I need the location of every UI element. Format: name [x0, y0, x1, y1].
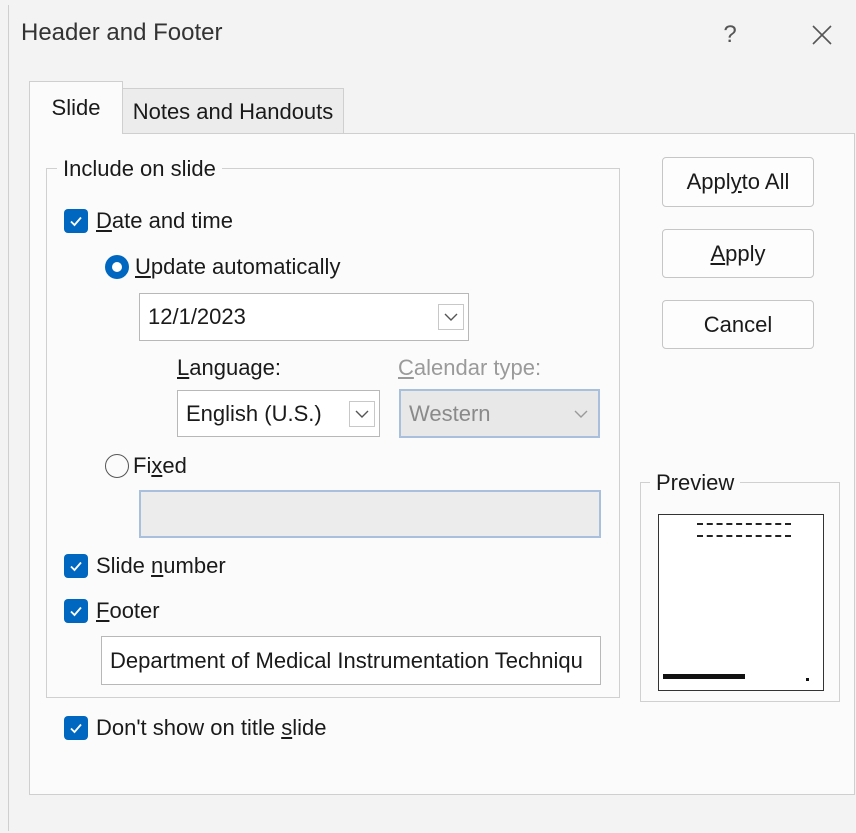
help-button[interactable]: ? — [712, 15, 748, 55]
footer-checkbox[interactable] — [64, 599, 88, 623]
language-value: English (U.S.) — [186, 400, 322, 426]
help-icon: ? — [723, 21, 737, 48]
fixed-label: Fixed — [133, 453, 187, 478]
apply-to-all-button[interactable]: Appl y to All — [662, 157, 814, 207]
tab-notes-and-handouts[interactable]: Notes and Handouts — [122, 88, 344, 134]
fixed-radio[interactable] — [105, 454, 129, 478]
language-label: Language: — [177, 355, 282, 380]
update-automatically-label: Update automatically — [135, 254, 341, 279]
chevron-down-icon[interactable] — [349, 400, 375, 427]
checkmark-icon — [70, 216, 82, 227]
chevron-down-icon — [568, 401, 594, 427]
preview-slide-thumbnail — [658, 514, 824, 691]
checkmark-icon — [70, 561, 82, 572]
tab-slide[interactable]: Slide — [29, 81, 123, 134]
preview-date-placeholder — [697, 523, 791, 537]
close-icon — [812, 25, 832, 45]
header-footer-dialog: Header and Footer ? Notes and Handouts S… — [8, 5, 855, 831]
calendar-type-combo: Western — [399, 389, 600, 438]
apply-button[interactable]: Apply — [662, 229, 814, 278]
language-combo[interactable]: English (U.S.) — [177, 390, 380, 437]
chevron-down-icon[interactable] — [438, 304, 464, 330]
date-format-value: 12/1/2023 — [148, 304, 246, 329]
dialog-title: Header and Footer — [21, 19, 223, 46]
date-format-combo[interactable]: 12/1/2023 — [139, 293, 469, 341]
preview-slide-number-placeholder — [806, 678, 809, 681]
preview-footer-placeholder — [663, 674, 745, 679]
include-on-slide-legend: Include on slide — [57, 156, 222, 182]
fixed-date-field — [139, 490, 601, 538]
dont-show-on-title-slide-label: Don't show on title slide — [96, 715, 327, 740]
slide-number-checkbox[interactable] — [64, 554, 88, 578]
preview-legend: Preview — [650, 470, 741, 496]
cancel-button[interactable]: Cancel — [662, 300, 814, 349]
footer-text-input[interactable]: Department of Medical Instrumentation Te… — [101, 636, 601, 685]
footer-label: Footer — [96, 598, 160, 623]
calendar-type-label: Calendar type: — [398, 355, 542, 380]
calendar-type-value: Western — [409, 400, 491, 426]
date-and-time-checkbox[interactable] — [64, 209, 88, 233]
slide-number-label: Slide number — [96, 553, 226, 578]
date-and-time-label: Date and time — [96, 208, 233, 233]
checkmark-icon — [70, 606, 82, 617]
dont-show-on-title-slide-checkbox[interactable] — [64, 716, 88, 740]
close-button[interactable] — [801, 15, 843, 55]
update-automatically-radio[interactable] — [105, 255, 129, 279]
checkmark-icon — [70, 723, 82, 734]
